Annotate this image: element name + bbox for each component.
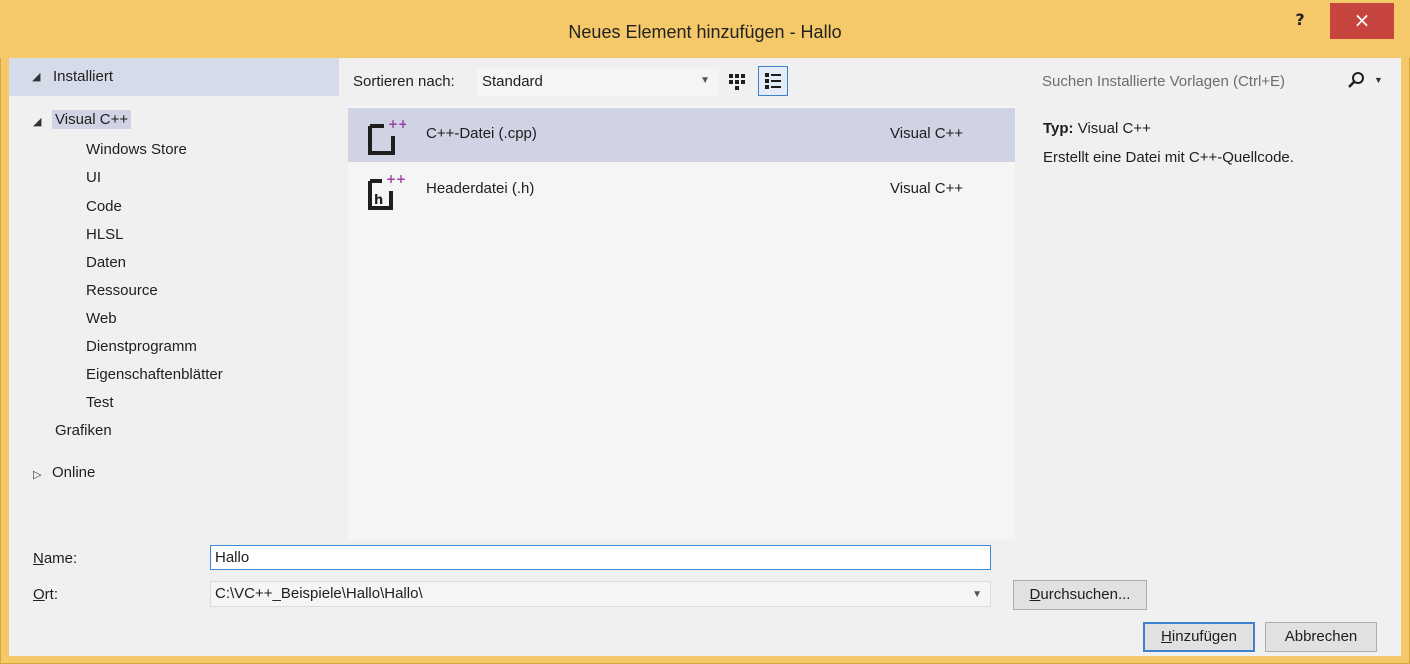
tree-node-ui[interactable]: UI (86, 169, 101, 186)
tree-node-ressource[interactable]: Ressource (86, 282, 158, 299)
tree-node-eigenschaftenblaetter[interactable]: Eigenschaftenblätter (86, 366, 223, 383)
template-language: Visual C++ (890, 125, 964, 142)
view-medium-icons-button[interactable] (723, 68, 751, 96)
search-placeholder: Suchen Installierte Vorlagen (Ctrl+E) (1042, 73, 1286, 90)
header-file-icon: h ++ (368, 172, 406, 210)
tree-node-windows-store[interactable]: Windows Store (86, 141, 187, 158)
tree-node-code[interactable]: Code (86, 198, 122, 215)
search-input[interactable]: Suchen Installierte Vorlagen (Ctrl+E) ▼ (1024, 60, 1392, 98)
close-button[interactable]: × (1330, 3, 1394, 39)
cpp-file-icon: ++ (368, 117, 406, 155)
template-details-panel (1024, 106, 1392, 540)
tree-node-web[interactable]: Web (86, 310, 117, 327)
svg-text:++: ++ (388, 117, 406, 131)
grid-view-icon (729, 74, 745, 90)
add-accesskey: H (1161, 628, 1172, 645)
title-bar[interactable]: Neues Element hinzufügen - Hallo ? × (0, 0, 1410, 58)
ort-label-accesskey: O (33, 586, 45, 603)
tree-node-installiert[interactable]: ◢ Installiert (9, 58, 339, 96)
tree-node-visual-cpp[interactable]: Visual C++ (52, 110, 132, 129)
cancel-button[interactable]: Abbrechen (1265, 622, 1377, 652)
name-label: Name: (33, 550, 77, 567)
expand-arrow-icon[interactable]: ◢ (33, 115, 41, 128)
svg-text:++: ++ (386, 172, 406, 186)
sort-value: Standard (482, 73, 543, 90)
add-button[interactable]: Hinzufügen (1143, 622, 1255, 652)
dialog-title: Neues Element hinzufügen - Hallo (568, 22, 842, 42)
template-name: C++-Datei (.cpp) (426, 125, 537, 142)
tree-node-online[interactable]: Online (52, 464, 95, 481)
tree-node-hlsl[interactable]: HLSL (86, 226, 124, 243)
help-button[interactable]: ? (1289, 10, 1311, 32)
location-value: C:\VC++_Beispiele\Hallo\Hallo\ (215, 585, 423, 602)
name-label-accesskey: N (33, 550, 44, 567)
type-label: Typ: (1043, 120, 1074, 137)
tree-node-daten[interactable]: Daten (86, 254, 126, 271)
svg-text:h: h (374, 193, 383, 208)
collapse-arrow-icon[interactable]: ▷ (33, 468, 41, 481)
name-field[interactable]: Hallo (210, 545, 991, 570)
name-label-text: ame: (43, 550, 78, 567)
tree-node-dienstprogramm[interactable]: Dienstprogramm (86, 338, 197, 355)
chevron-down-icon: ▼ (972, 589, 982, 600)
tree-node-test[interactable]: Test (86, 394, 114, 411)
name-value: Hallo (215, 549, 250, 566)
type-value: Visual C++ (1077, 120, 1151, 137)
location-dropdown[interactable]: C:\VC++_Beispiele\Hallo\Hallo\ ▼ (210, 581, 991, 607)
list-view-icon (765, 73, 781, 89)
template-language: Visual C++ (890, 180, 964, 197)
browse-label: urchsuchen... (1040, 586, 1131, 603)
chevron-down-icon: ▼ (700, 75, 710, 86)
template-type: Typ: Visual C++ (1043, 120, 1151, 137)
template-item-header[interactable]: h ++ Headerdatei (.h) Visual C++ (348, 163, 1015, 217)
add-label: inzufügen (1171, 628, 1237, 645)
template-description: Erstellt eine Datei mit C++-Quellcode. (1043, 149, 1294, 166)
ort-label: Ort: (33, 586, 58, 603)
template-name: Headerdatei (.h) (426, 180, 535, 197)
tree-node-label: Installiert (53, 68, 114, 85)
chevron-down-icon[interactable]: ▼ (1374, 75, 1383, 85)
sort-dropdown[interactable]: Standard ▼ (477, 68, 719, 96)
template-item-cpp[interactable]: ++ C++-Datei (.cpp) Visual C++ (348, 108, 1015, 162)
ort-label-text: rt: (44, 586, 59, 603)
tree-node-grafiken[interactable]: Grafiken (55, 422, 112, 439)
sort-label: Sortieren nach: (353, 73, 455, 90)
browse-button[interactable]: Durchsuchen... (1013, 580, 1147, 610)
expand-arrow-icon[interactable]: ◢ (32, 70, 40, 83)
search-icon[interactable] (1346, 70, 1366, 90)
browse-accesskey: D (1029, 586, 1041, 603)
view-list-button[interactable] (758, 66, 788, 96)
